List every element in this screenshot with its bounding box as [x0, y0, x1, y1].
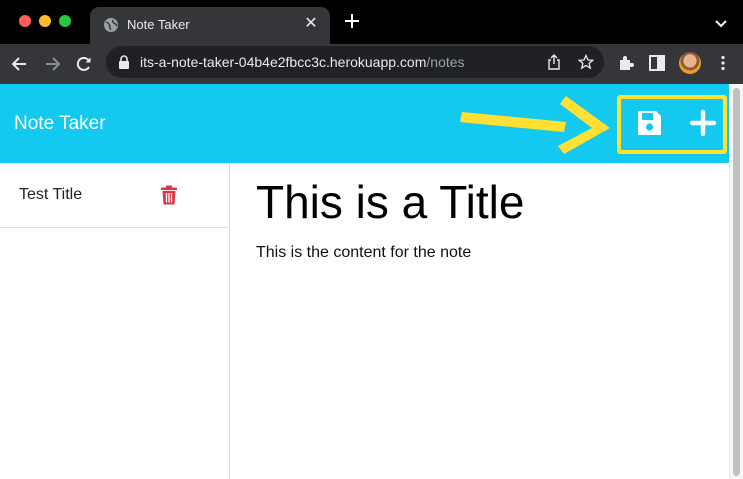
- close-window-button[interactable]: [19, 15, 31, 27]
- tab-close-icon[interactable]: ✕: [302, 15, 320, 33]
- address-bar[interactable]: its-a-note-taker-04b4e2fbcc3c.herokuapp.…: [106, 46, 604, 78]
- app-brand[interactable]: Note Taker: [14, 113, 106, 135]
- back-arrow-icon[interactable]: [10, 54, 30, 74]
- browser-tab-strip: Note Taker ✕: [0, 0, 743, 44]
- forward-arrow-icon[interactable]: [42, 54, 62, 74]
- plus-icon[interactable]: [688, 108, 718, 138]
- side-panel-icon[interactable]: [648, 54, 666, 72]
- url-text: its-a-note-taker-04b4e2fbcc3c.herokuapp.…: [140, 54, 465, 70]
- note-list-item[interactable]: Test Title: [0, 163, 229, 228]
- note-content-textarea[interactable]: This is the content for the note: [256, 244, 471, 262]
- url-host: its-a-note-taker-04b4e2fbcc3c.herokuapp.…: [140, 54, 427, 70]
- notes-sidebar: Test Title: [0, 163, 230, 479]
- annotation-arrow: [460, 96, 610, 154]
- browser-tab[interactable]: Note Taker ✕: [90, 7, 330, 44]
- save-icon[interactable]: [634, 108, 664, 138]
- fullscreen-window-button[interactable]: [59, 15, 71, 27]
- profile-avatar[interactable]: [679, 52, 701, 74]
- lock-icon: [119, 55, 129, 69]
- url-path: /notes: [426, 54, 465, 70]
- trash-icon[interactable]: [160, 185, 178, 205]
- globe-icon: [104, 18, 118, 32]
- note-editor: This is a Title This is the content for …: [230, 163, 729, 479]
- note-taker-app: Note Taker Test Title This is a Title Th…: [0, 84, 729, 479]
- reload-icon[interactable]: [74, 54, 94, 74]
- note-list-item-title: Test Title: [19, 186, 83, 203]
- note-title-input[interactable]: This is a Title: [256, 175, 524, 229]
- minimize-window-button[interactable]: [39, 15, 51, 27]
- new-tab-plus-icon[interactable]: [342, 11, 362, 31]
- tab-title: Note Taker: [127, 17, 190, 32]
- scrollbar-thumb[interactable]: [733, 88, 740, 476]
- more-menu-icon[interactable]: [714, 54, 732, 72]
- share-icon[interactable]: [546, 54, 562, 70]
- extensions-puzzle-icon[interactable]: [617, 54, 635, 72]
- star-icon[interactable]: [578, 54, 594, 70]
- chevron-down-icon[interactable]: [713, 15, 729, 31]
- page-scrollbar[interactable]: [729, 84, 743, 479]
- app-navbar: Note Taker: [0, 84, 729, 163]
